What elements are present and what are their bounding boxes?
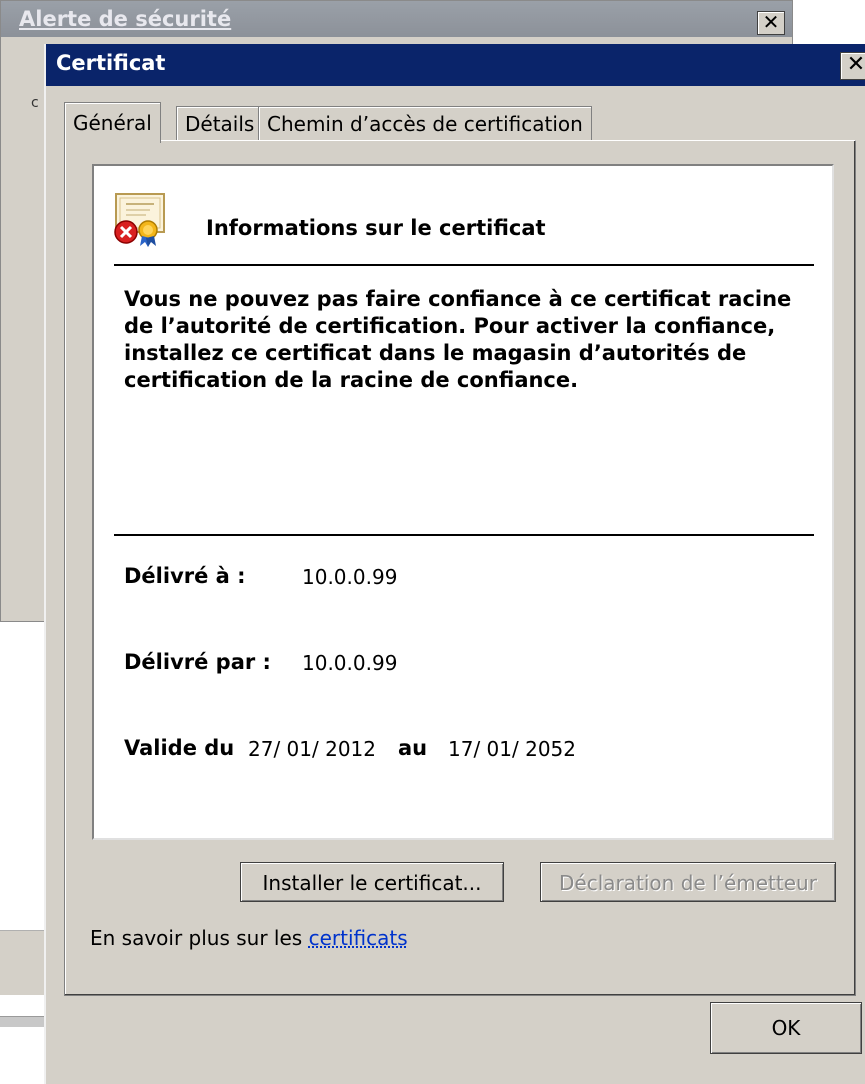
learn-more-text: En savoir plus sur les certificats (90, 926, 408, 950)
ok-button[interactable]: OK (710, 1002, 862, 1054)
install-certificate-button[interactable]: Installer le certificat... (240, 862, 504, 902)
issued-to-label: Délivré à : (124, 564, 246, 588)
dialog-close-button[interactable]: ✕ (840, 52, 865, 80)
security-alert-title: Alerte de sécurité (19, 7, 232, 31)
tab-details[interactable]: Détails (176, 106, 264, 141)
valid-to-value: 17/ 01/ 2052 (448, 737, 576, 761)
close-icon: ✕ (846, 52, 865, 77)
close-icon: ✕ (762, 10, 780, 34)
details-divider (114, 534, 814, 536)
trust-warning-text: Vous ne pouvez pas faire confiance à ce … (124, 287, 792, 392)
tab-certification-path[interactable]: Chemin d’accès de certification (258, 106, 592, 141)
info-heading: Informations sur le certificat (206, 216, 546, 240)
issued-to-value: 10.0.0.99 (302, 565, 398, 589)
issuer-statement-button[interactable]: Déclaration de l’émetteur (540, 862, 836, 902)
certificate-error-icon (114, 193, 165, 247)
certificate-info-box: Informations sur le certificat Vous ne p… (92, 164, 834, 840)
tab-certification-path-label: Chemin d’accès de certification (267, 112, 583, 136)
dialog-title: Certificat (56, 51, 166, 75)
security-alert-close-button[interactable]: ✕ (757, 11, 785, 35)
valid-from-value: 27/ 01/ 2012 (248, 737, 376, 761)
security-alert-titlebar[interactable]: Alerte de sécurité (1, 1, 792, 37)
valid-to-label: au (398, 736, 428, 760)
dialog-titlebar[interactable]: Certificat (46, 44, 865, 86)
tab-general-label: Général (73, 111, 152, 135)
certificates-link[interactable]: certificats (309, 926, 408, 950)
tab-general[interactable]: Général (64, 102, 161, 143)
issued-by-label: Délivré par : (124, 650, 271, 674)
certificate-dialog: Certificat ✕ Détails Chemin d’accès de c… (44, 44, 865, 1084)
issued-by-value: 10.0.0.99 (302, 651, 398, 675)
learn-more-prefix: En savoir plus sur les (90, 926, 309, 950)
heading-divider (114, 264, 814, 266)
valid-from-label: Valide du (124, 736, 235, 760)
security-alert-stray-text: c (31, 95, 39, 111)
tab-details-label: Détails (185, 112, 255, 136)
